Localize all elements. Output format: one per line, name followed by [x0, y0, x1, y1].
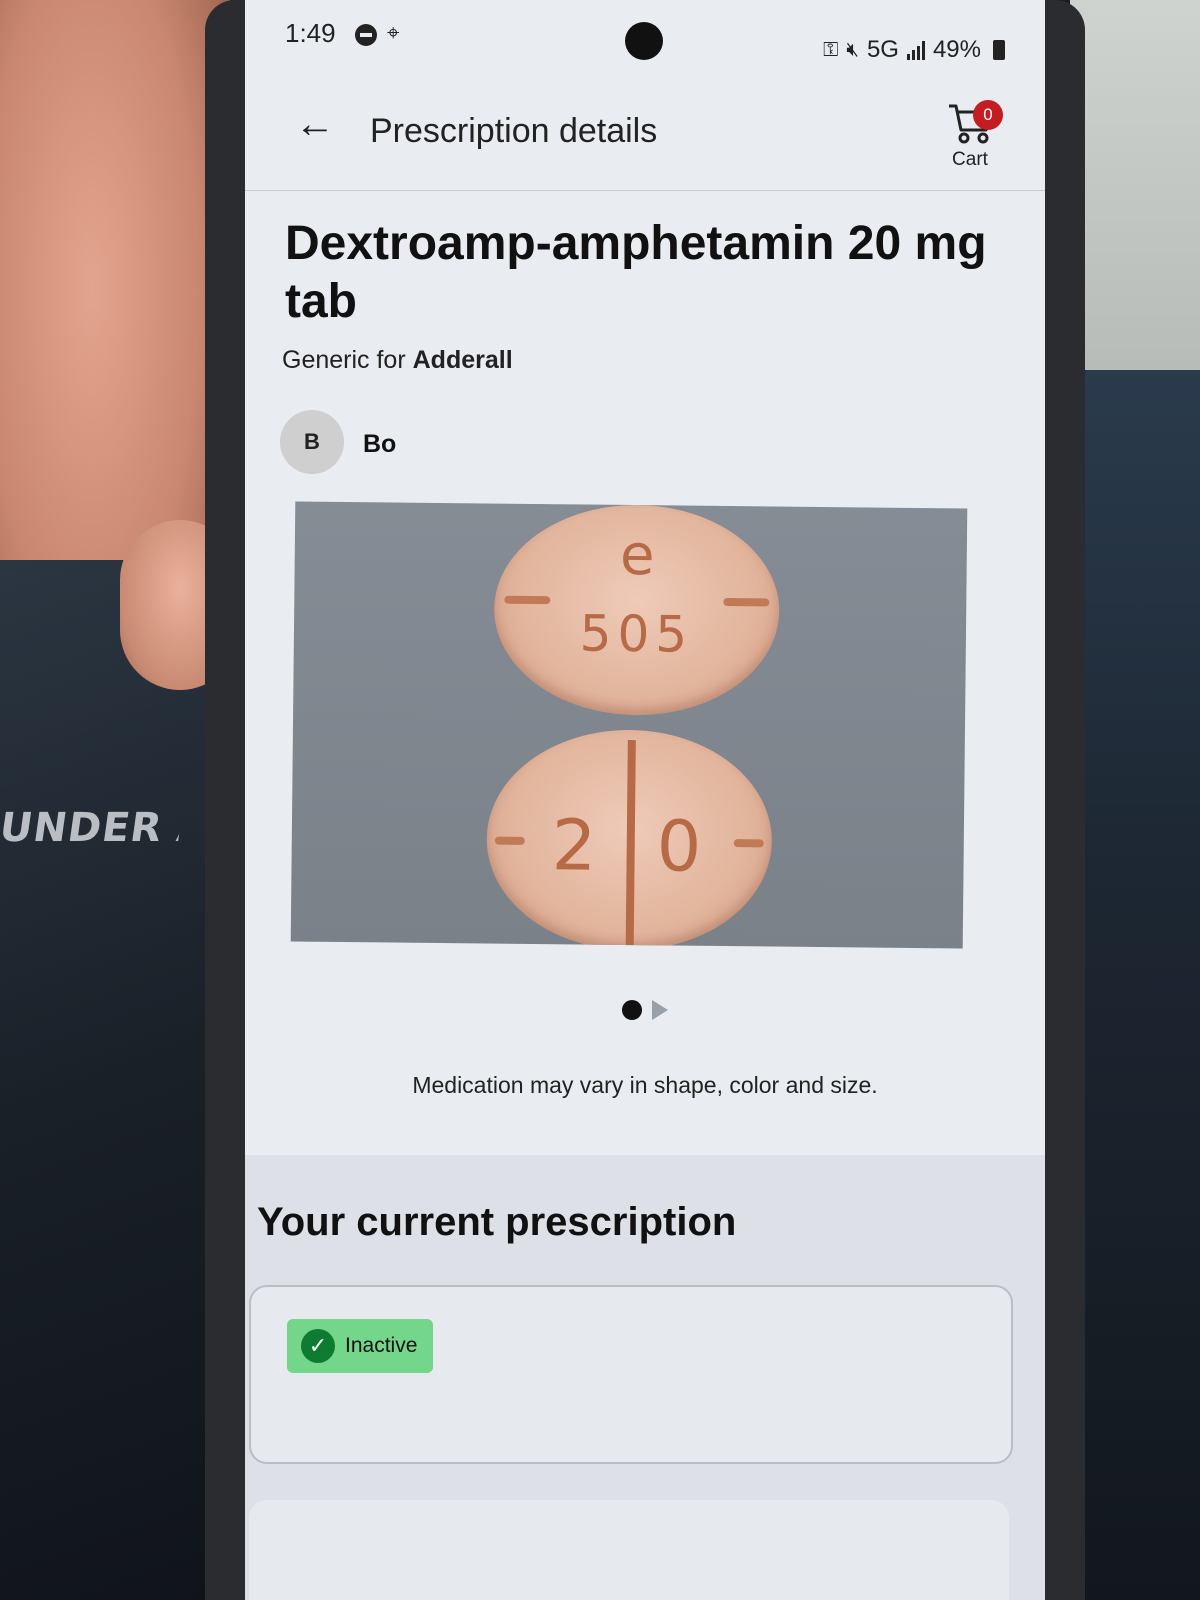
pill-front: e 505: [493, 503, 781, 717]
status-label: Inactive: [345, 1334, 418, 1357]
app-bar: ← Prescription details 0 Cart: [245, 80, 1045, 191]
pill-imprint-left: 2: [551, 804, 597, 887]
do-not-disturb-icon: [355, 24, 377, 46]
current-prescription-section: Your current prescription ✓ Inactive: [245, 1155, 1045, 1600]
cart-button[interactable]: 0 Cart: [935, 100, 1005, 171]
section-title: Your current prescription: [257, 1200, 737, 1244]
status-time: 1:49: [285, 18, 336, 48]
pill-imprint-right: 0: [656, 805, 702, 888]
pill-back: 2 0: [485, 728, 773, 949]
next-card: [249, 1500, 1009, 1600]
page-title: Prescription details: [370, 112, 658, 150]
medication-disclaimer: Medication may vary in shape, color and …: [412, 1072, 878, 1098]
mute-icon: 🔇︎: [846, 38, 859, 61]
signal-icon: [906, 40, 925, 60]
status-indicators: ⚿ 🔇︎ 5G 49%: [823, 36, 1005, 64]
background-surface: [1070, 0, 1200, 370]
phone-screen: 1:49 ⌖ ⚿ 🔇︎ 5G 49% ← Prescription detail…: [245, 0, 1045, 1600]
image-carousel-pager: [245, 1000, 1045, 1020]
pill-imprint-letter: e: [619, 522, 655, 589]
cart-count-badge: 0: [973, 100, 1003, 130]
vpn-key-icon: ⚿: [823, 38, 839, 61]
patient-name: Bo: [363, 430, 397, 458]
pill-notch: [733, 839, 764, 848]
pager-next-icon[interactable]: [652, 1000, 668, 1020]
pill-notch: [494, 836, 525, 845]
drug-name: Dextroamp-amphetamin 20 mg tab: [285, 217, 987, 328]
check-circle-icon: ✓: [301, 1329, 335, 1363]
network-type: 5G: [866, 36, 899, 63]
background-fabric-right: [1070, 370, 1200, 1600]
back-arrow-icon[interactable]: ←: [295, 102, 335, 147]
pill-imprint-number: 505: [579, 604, 694, 664]
location-icon: ⌖: [387, 20, 400, 45]
pill-score-line: [625, 739, 636, 949]
status-bar: 1:49 ⌖ ⚿ 🔇︎ 5G 49%: [245, 0, 1045, 80]
battery-percent: 49%: [932, 36, 981, 63]
patient-avatar: B: [280, 410, 344, 474]
battery-icon: [993, 40, 1005, 60]
generic-for-line: Generic for Adderall: [282, 346, 513, 375]
camera-cutout: [625, 22, 663, 60]
pill-image[interactable]: e 505 2 0: [290, 501, 968, 949]
generic-prefix: Generic for: [282, 346, 406, 374]
background-brand-print: UNDER ARM: [0, 805, 184, 851]
brand-name: Adderall: [412, 346, 513, 374]
pager-dot-active[interactable]: [622, 1000, 642, 1020]
status-badge: ✓ Inactive: [287, 1319, 434, 1373]
cart-label: Cart: [952, 149, 988, 170]
prescription-card[interactable]: ✓ Inactive: [249, 1285, 1013, 1464]
background-fabric: [0, 560, 230, 1600]
